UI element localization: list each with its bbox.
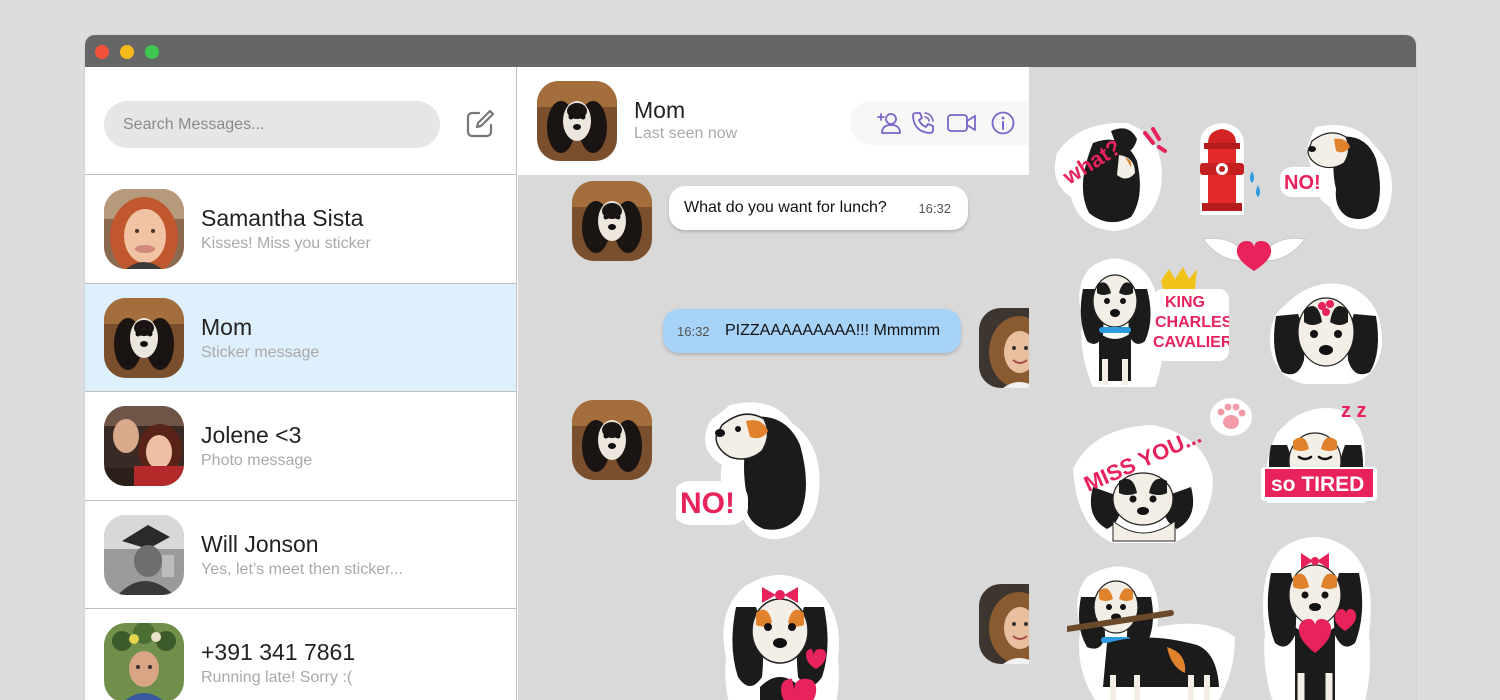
compose-icon[interactable]	[465, 109, 495, 139]
message-text: PIZZAAAAAAAAA!!! Mmmmm	[725, 322, 941, 339]
message-bubble-incoming[interactable]: What do you want for lunch? 16:32	[669, 186, 968, 230]
chat-header: Mom Last seen now	[518, 67, 1029, 175]
sticker-text-no: NO!	[680, 487, 735, 520]
contact-name: Jolene <3	[201, 422, 302, 448]
avatar	[104, 623, 184, 700]
dog-bow-hearts-panel-sticker[interactable]	[1253, 523, 1379, 700]
dog-miss-you-sticker[interactable]: MISS YOU...	[1063, 417, 1231, 547]
message-time: 16:32	[918, 200, 951, 216]
avatar	[104, 514, 184, 595]
contact-row[interactable]: Samantha Sista Kisses! Miss you sticker	[85, 175, 516, 284]
message-time: 16:32	[677, 323, 710, 339]
conversation-sidebar: Samantha Sista Kisses! Miss you sticker …	[85, 67, 517, 700]
contact-row[interactable]: +391 341 7861 Running late! Sorry :(	[85, 609, 516, 700]
dog-what-sticker[interactable]: what?	[1049, 117, 1169, 235]
contact-preview: Yes, let’s meet then sticker...	[201, 560, 403, 578]
dog-so-tired-sticker[interactable]: z z so TIRED	[1253, 395, 1383, 503]
contact-preview: Sticker message	[201, 343, 320, 361]
contact-name: Will Jonson	[201, 530, 319, 557]
title-bar	[85, 35, 1416, 67]
message-text: What do you want for lunch?	[684, 199, 887, 216]
chat-avatar[interactable]	[537, 81, 617, 161]
dog-with-stick-sticker[interactable]	[1067, 557, 1239, 700]
message-avatar	[572, 181, 652, 261]
search-input[interactable]	[104, 101, 440, 148]
info-icon[interactable]	[990, 110, 1016, 136]
dog-no-small-sticker[interactable]: NO!	[1280, 119, 1398, 231]
close-window-button[interactable]	[95, 45, 109, 59]
contact-preview: Kisses! Miss you sticker	[201, 235, 371, 252]
search-bar	[85, 67, 516, 175]
contact-preview: Running late! Sorry :(	[201, 669, 353, 686]
minimize-window-button[interactable]	[120, 45, 134, 59]
fire-hydrant-sticker[interactable]	[1186, 119, 1266, 219]
sticker-text-no-small: NO!	[1284, 172, 1321, 194]
app-window: Samantha Sista Kisses! Miss you sticker …	[85, 35, 1416, 700]
king-charles-cavalier-sticker[interactable]: KING CHARLES CAVALIER	[1069, 249, 1229, 399]
contact-preview: Photo message	[201, 452, 313, 469]
chat-contact-name: Mom	[634, 97, 686, 123]
dog-bow-hearts-sticker[interactable]	[710, 567, 850, 700]
contact-name: Samantha Sista	[201, 205, 364, 231]
chat-contact-status: Last seen now	[634, 125, 738, 142]
sticker-text-cavalier: CAVALIER	[1153, 334, 1229, 351]
sticker-text-zz: z z	[1341, 400, 1367, 422]
message-bubble-outgoing[interactable]: 16:32 PIZZAAAAAAAAA!!! Mmmmm	[663, 309, 961, 353]
contact-name: Mom	[201, 313, 253, 340]
sticker-text-charles: CHARLES	[1155, 314, 1229, 331]
avatar	[104, 189, 184, 269]
avatar	[104, 406, 184, 486]
contact-row[interactable]: Jolene <3 Photo message	[85, 392, 516, 501]
contact-row-active[interactable]: Mom Sticker message	[85, 283, 516, 392]
message-avatar	[572, 400, 652, 480]
chat-pane: Mom Last seen now What do you want for l…	[518, 67, 1059, 700]
avatar	[104, 297, 184, 378]
sticker-panel: what? NO! KING CHARLES CAVALIER MISS YOU…	[1029, 67, 1416, 700]
chat-actions	[850, 101, 1029, 145]
dog-no-sticker[interactable]: NO!	[676, 395, 828, 543]
dog-face-sticker[interactable]	[1264, 276, 1388, 386]
contact-row[interactable]: Will Jonson Yes, let’s meet then sticker…	[85, 501, 516, 609]
sticker-text-tired: so TIRED	[1271, 473, 1364, 496]
sticker-text-king: KING	[1165, 294, 1205, 311]
add-contact-icon[interactable]	[876, 110, 902, 136]
phone-call-icon[interactable]	[910, 110, 936, 136]
maximize-window-button[interactable]	[145, 45, 159, 59]
video-camera-icon[interactable]	[946, 110, 978, 136]
contact-name: +391 341 7861	[201, 639, 356, 665]
